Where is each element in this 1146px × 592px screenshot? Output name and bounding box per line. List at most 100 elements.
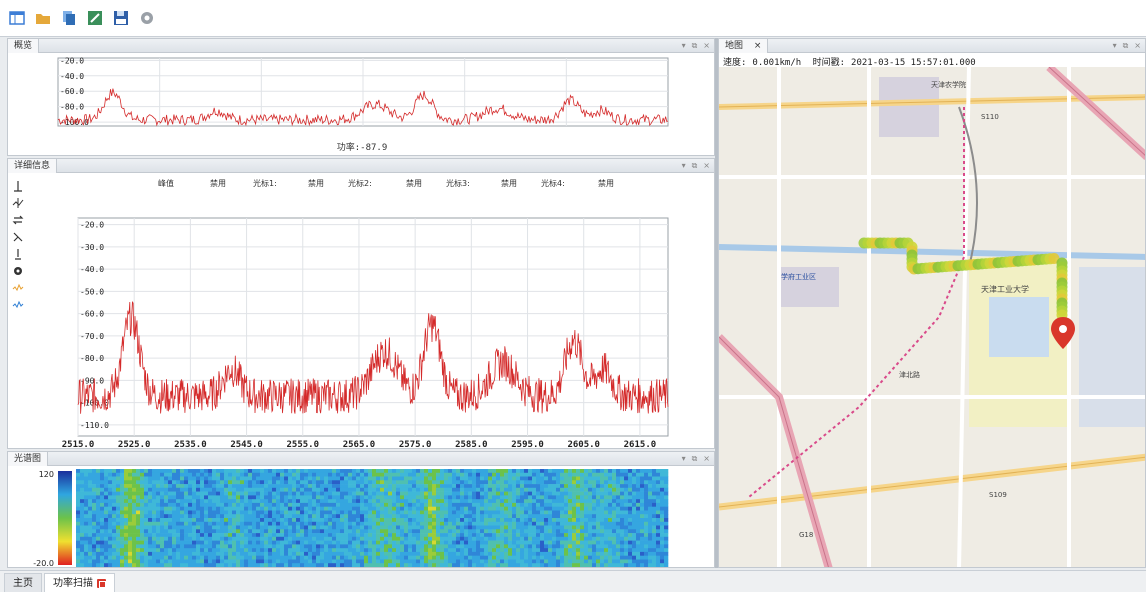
spectrogram-cell [556, 563, 561, 567]
spectrogram-cell [88, 529, 93, 534]
spectrogram-cell [620, 548, 625, 553]
spectrogram-cell [636, 544, 641, 549]
map-tab-close[interactable]: × [754, 41, 762, 51]
spectrogram-cell [596, 563, 601, 567]
spectrogram-cell [608, 559, 613, 564]
spectrogram-cell [420, 540, 425, 545]
spectrogram-cell [340, 487, 345, 492]
spectrogram-cell [452, 548, 457, 553]
float-icon[interactable]: ⧉ [692, 40, 698, 52]
spectrogram-cell [220, 472, 225, 477]
spectrogram-cell [484, 518, 489, 523]
map-svg[interactable]: 天津农学院 天津工业大学 学府工业区 津北路 S110 S109 G18 [719, 67, 1146, 568]
spectrogram-cell [588, 476, 593, 481]
spectrogram-cell [276, 555, 281, 560]
float-icon[interactable]: ⧉ [692, 453, 698, 465]
spectrogram-cell [272, 518, 277, 523]
settings-icon[interactable] [138, 9, 156, 27]
spectrogram-cell [184, 469, 189, 474]
dropdown-icon[interactable]: ▾ [682, 453, 686, 465]
spectrogram-cell [384, 469, 389, 474]
spectrogram-cell [552, 510, 557, 515]
spectrogram-cell [116, 487, 121, 492]
spectrogram-cell [132, 551, 137, 556]
spectrogram-cell [164, 510, 169, 515]
spectrogram-cell [572, 525, 577, 530]
spectrogram-cell [136, 533, 141, 538]
dropdown-icon[interactable]: ▾ [682, 40, 686, 52]
spectrogram-cell [500, 559, 505, 564]
spectrogram-cell [560, 514, 565, 519]
tab-home[interactable]: 主页 [4, 573, 42, 592]
spectrogram-cell [88, 469, 93, 474]
spectrogram-cell [248, 540, 253, 545]
spectrogram-cell [340, 536, 345, 541]
close-icon[interactable]: × [703, 40, 710, 52]
spectrogram-cell [540, 563, 545, 567]
spectrogram-cell [504, 533, 509, 538]
spectrogram-cell [348, 536, 353, 541]
dropdown-icon[interactable]: ▾ [1113, 40, 1117, 52]
spectrogram-cell [460, 476, 465, 481]
spectrogram-cell [364, 499, 369, 504]
spectrogram-cell [260, 518, 265, 523]
spectrogram-cell [548, 495, 553, 500]
spectrogram-cell [424, 472, 429, 477]
export-icon[interactable] [86, 9, 104, 27]
spectrogram-cell [556, 533, 561, 538]
spectrogram-cell [292, 559, 297, 564]
spectrogram-cell [352, 495, 357, 500]
spectrogram-cell [492, 484, 497, 489]
spectrogram-cell [360, 559, 365, 564]
close-icon[interactable]: × [1134, 40, 1141, 52]
spectrogram-cell [428, 510, 433, 515]
spectrogram-cell [540, 480, 545, 485]
spectrogram-cell [456, 544, 461, 549]
float-icon[interactable]: ⧉ [692, 160, 698, 172]
spectrogram-cell [184, 518, 189, 523]
tab-power-scan[interactable]: 功率扫描 [44, 573, 115, 592]
spectrogram-cell [320, 491, 325, 496]
spectrogram-cell [412, 521, 417, 526]
spectrogram-cell [328, 521, 333, 526]
spectrogram-cell [656, 487, 661, 492]
spectrogram-cell [144, 499, 149, 504]
spectrogram-cell [460, 480, 465, 485]
spectrogram-cell [176, 563, 181, 567]
spectrogram-cell [516, 514, 521, 519]
folder-icon[interactable] [34, 9, 52, 27]
spectrogram-cell [480, 559, 485, 564]
layout-icon[interactable] [8, 9, 26, 27]
spectrogram-cell [588, 521, 593, 526]
spectrogram-cell [592, 514, 597, 519]
spectrogram-cell [192, 491, 197, 496]
spectrogram-cell [624, 510, 629, 515]
tab-close-icon[interactable] [97, 578, 106, 588]
spectrogram-cell [288, 548, 293, 553]
spectrogram-cell [600, 491, 605, 496]
dropdown-icon[interactable]: ▾ [682, 160, 686, 172]
save-icon[interactable] [112, 9, 130, 27]
close-icon[interactable]: × [703, 453, 710, 465]
spectrogram-cell [572, 502, 577, 507]
spectrogram-cell [528, 476, 533, 481]
float-icon[interactable]: ⧉ [1123, 40, 1129, 52]
spectrogram-cell [388, 484, 393, 489]
spectrogram-cell [80, 484, 85, 489]
spectrogram-cell [376, 563, 381, 567]
spectrogram-cell [364, 484, 369, 489]
spectrogram-cell [336, 506, 341, 511]
spectrogram-cell [456, 476, 461, 481]
map-canvas[interactable]: 天津农学院 天津工业大学 学府工业区 津北路 S110 S109 G18 [719, 67, 1146, 568]
close-icon[interactable]: × [703, 160, 710, 172]
spectrogram-cell [468, 506, 473, 511]
copy-icon[interactable] [60, 9, 78, 27]
spectrogram-cell [552, 484, 557, 489]
spectrogram-cell [636, 521, 641, 526]
spectrogram-cell [304, 518, 309, 523]
spectrogram-cell [388, 559, 393, 564]
map-tab[interactable]: 地图 × [719, 39, 769, 53]
spectrogram-cell [144, 540, 149, 545]
spectrogram-cell [228, 544, 233, 549]
spectrogram-cell [152, 499, 157, 504]
